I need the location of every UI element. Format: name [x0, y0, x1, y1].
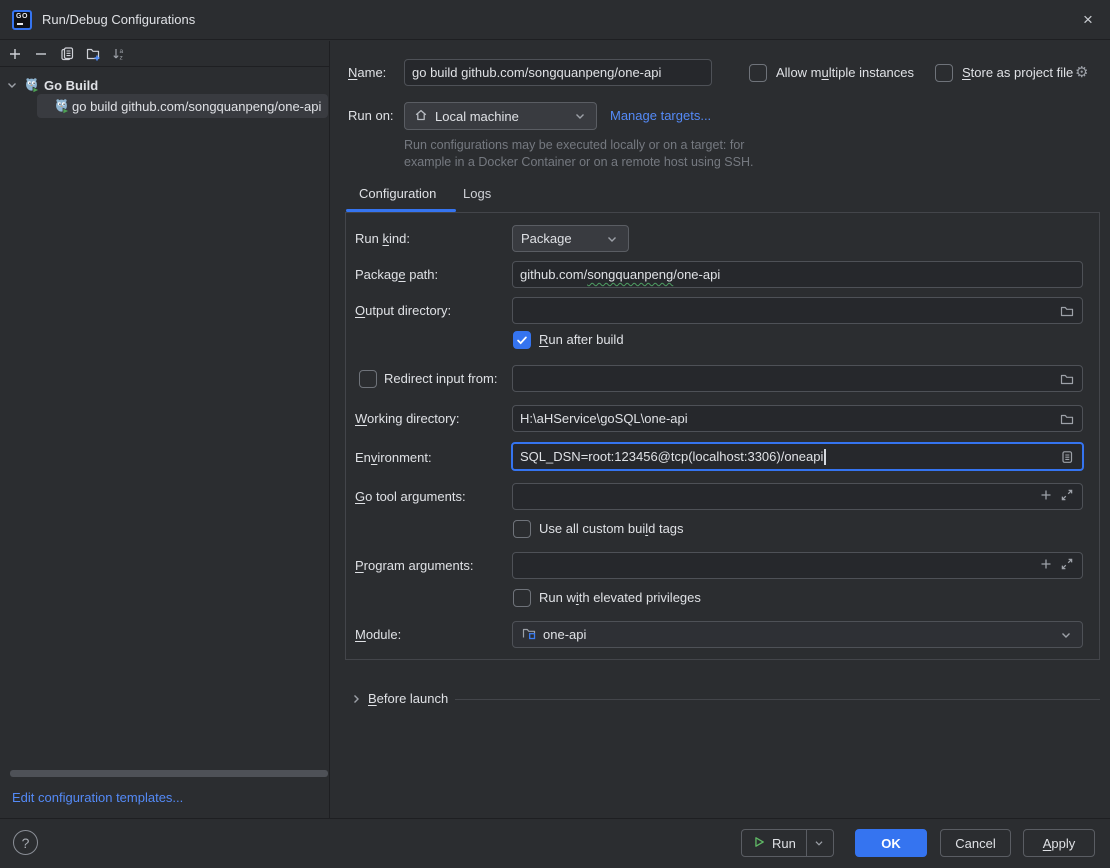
elevated-privileges-label: Run with elevated privileges	[539, 589, 701, 607]
chevron-down-icon	[572, 108, 588, 124]
output-directory-input[interactable]	[512, 297, 1083, 324]
main-content: Name: go build github.com/songquanpeng/o…	[331, 41, 1110, 819]
use-custom-build-tags-label: Use all custom build tags	[539, 520, 684, 538]
text-caret	[824, 449, 826, 465]
run-debug-configurations-dialog: GO Run/Debug Configurations ×	[0, 0, 1110, 868]
store-as-project-file-checkbox[interactable]	[935, 64, 953, 82]
name-value: go build github.com/songquanpeng/one-api	[412, 65, 661, 80]
package-path-value: github.com/songquanpeng/one-api	[520, 267, 720, 282]
use-custom-build-tags-checkbox[interactable]	[513, 520, 531, 538]
environment-label: Environment:	[355, 443, 432, 472]
new-folder-icon[interactable]	[85, 46, 101, 62]
copy-configuration-icon[interactable]	[59, 46, 75, 62]
browse-folder-icon[interactable]	[1059, 303, 1075, 319]
run-on-hint-line2: example in a Docker Container or on a re…	[404, 154, 753, 171]
store-as-project-file-label: Store as project file	[962, 64, 1073, 82]
program-arguments-label: Program arguments:	[355, 552, 474, 579]
typo-highlight: songquanpeng	[587, 267, 673, 282]
chevron-down-icon	[1058, 627, 1074, 643]
tree-group-label: Go Build	[44, 78, 98, 93]
go-tool-arguments-label: Go tool arguments:	[355, 483, 466, 510]
run-on-select[interactable]: Local machine	[404, 102, 597, 130]
svg-text:z: z	[120, 54, 123, 61]
tree-item-selected-configuration[interactable]: go build github.com/songquanpeng/one-api	[37, 94, 328, 118]
chevron-down-icon	[604, 231, 620, 247]
apply-button[interactable]: Apply	[1023, 829, 1095, 857]
ok-button[interactable]: OK	[855, 829, 927, 857]
package-path-label: Package path:	[355, 261, 438, 288]
run-kind-select[interactable]: Package	[512, 225, 629, 252]
add-icon[interactable]	[1038, 556, 1054, 575]
add-icon[interactable]	[1038, 487, 1054, 506]
package-path-input[interactable]: github.com/songquanpeng/one-api	[512, 261, 1083, 288]
redirect-input-checkbox[interactable]	[359, 370, 377, 388]
play-icon	[752, 835, 766, 852]
run-on-label: Run on:	[348, 102, 394, 130]
output-directory-label: Output directory:	[355, 297, 451, 324]
module-value: one-api	[543, 627, 586, 642]
run-kind-label: Run kind:	[355, 225, 410, 252]
elevated-privileges-checkbox[interactable]	[513, 589, 531, 607]
run-after-build-checkbox[interactable]	[513, 331, 531, 349]
name-label: Name:	[348, 59, 386, 87]
browse-folder-icon[interactable]	[1059, 411, 1075, 427]
edit-variables-icon[interactable]	[1059, 449, 1075, 465]
home-icon	[413, 107, 429, 126]
module-select[interactable]: one-api	[512, 621, 1083, 648]
tab-logs[interactable]: Logs	[463, 186, 491, 201]
horizontal-scrollbar[interactable]	[10, 770, 328, 777]
program-arguments-input[interactable]	[512, 552, 1083, 579]
go-build-icon	[24, 77, 40, 93]
run-kind-value: Package	[521, 231, 572, 246]
configurations-sidebar: a z Go Build	[0, 41, 330, 819]
before-launch-divider	[455, 699, 1100, 700]
remove-configuration-icon[interactable]	[33, 46, 49, 62]
browse-folder-icon[interactable]	[1059, 371, 1075, 387]
redirect-input-label: Redirect input from:	[384, 370, 497, 388]
edit-configuration-templates-link[interactable]: Edit configuration templates...	[12, 790, 183, 805]
manage-targets-link[interactable]: Manage targets...	[610, 102, 711, 130]
expand-icon[interactable]	[1059, 487, 1075, 506]
before-launch-label[interactable]: Before launch	[368, 690, 448, 708]
chevron-down-icon[interactable]	[4, 77, 20, 93]
run-on-value: Local machine	[435, 109, 519, 124]
working-directory-label: Working directory:	[355, 405, 460, 432]
name-input[interactable]: go build github.com/songquanpeng/one-api	[404, 59, 712, 86]
expand-icon[interactable]	[1059, 556, 1075, 575]
module-folder-icon	[521, 625, 537, 644]
sort-configurations-icon[interactable]: a z	[111, 46, 127, 62]
close-icon[interactable]: ×	[1066, 0, 1110, 40]
tree-group-go-build[interactable]: Go Build	[0, 75, 98, 95]
go-build-icon	[54, 98, 70, 114]
help-icon[interactable]: ?	[13, 830, 38, 855]
environment-value: SQL_DSN=root:123456@tcp(localhost:3306)/…	[520, 449, 823, 464]
module-label: Module:	[355, 621, 401, 648]
run-button-label: Run	[772, 836, 796, 851]
goland-app-icon-underscore	[17, 23, 23, 25]
working-directory-input[interactable]: H:\aHService\goSQL\one-api	[512, 405, 1083, 432]
working-directory-value: H:\aHService\goSQL\one-api	[520, 411, 688, 426]
environment-input[interactable]: SQL_DSN=root:123456@tcp(localhost:3306)/…	[511, 442, 1084, 471]
cancel-button[interactable]: Cancel	[940, 829, 1011, 857]
run-split-button[interactable]: Run	[741, 829, 834, 857]
run-options-chevron-icon[interactable]	[807, 830, 831, 856]
tree-item-label: go build github.com/songquanpeng/one-api	[72, 99, 321, 114]
allow-multiple-instances-checkbox[interactable]	[749, 64, 767, 82]
run-button[interactable]: Run	[742, 830, 806, 856]
gear-icon[interactable]: ⚙	[1075, 65, 1088, 81]
chevron-right-icon[interactable]	[348, 691, 364, 707]
tab-configuration[interactable]: Configuration	[359, 186, 436, 201]
goland-app-icon: GO	[12, 10, 32, 30]
dialog-title: Run/Debug Configurations	[42, 12, 195, 27]
redirect-input-from-input[interactable]	[512, 365, 1083, 392]
title-bar: GO Run/Debug Configurations ×	[0, 0, 1110, 40]
run-after-build-label: Run after build	[539, 331, 624, 349]
run-on-hint-line1: Run configurations may be executed local…	[404, 137, 744, 154]
go-tool-arguments-input[interactable]	[512, 483, 1083, 510]
sidebar-toolbar: a z	[0, 41, 329, 67]
dialog-footer: ? Run OK Cancel Apply	[0, 818, 1110, 868]
add-configuration-icon[interactable]	[7, 46, 23, 62]
allow-multiple-instances-label: Allow multiple instances	[776, 64, 914, 82]
goland-app-icon-text: GO	[14, 13, 30, 20]
